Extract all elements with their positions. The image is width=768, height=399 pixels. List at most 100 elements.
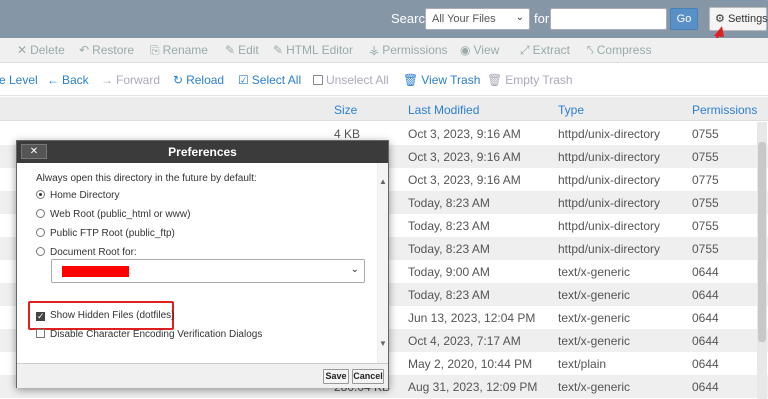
dialog-title: Preferences: [17, 141, 388, 163]
cell-type: text/x-generic: [558, 334, 631, 348]
cell-type: text/x-generic: [558, 380, 631, 394]
cell-perms: 0775: [692, 173, 719, 187]
document-root-option[interactable]: Document Root for:: [36, 247, 137, 258]
navigation-toolbar: e Level ← Back → Forward ↻ Reload ☑ Select A…: [0, 63, 768, 96]
empty-trash-button[interactable]: 🗑 Empty Trash: [487, 73, 573, 87]
checkbox-icon[interactable]: [36, 329, 45, 338]
cell-modified: Oct 3, 2023, 9:16 AM: [408, 150, 521, 164]
radio-icon[interactable]: [36, 209, 45, 218]
extract-button[interactable]: ⤢ Extract: [520, 43, 570, 58]
chevron-down-icon: ⌄: [350, 264, 359, 275]
undo-icon: ↶: [79, 43, 90, 57]
radio-selected-icon[interactable]: [36, 190, 45, 199]
eye-icon: ◉: [460, 43, 471, 57]
edit-button[interactable]: ✎ Edit: [225, 43, 259, 57]
forward-button[interactable]: → Forward: [101, 73, 160, 87]
file-table-header: Size Last Modified Type Permissions: [0, 97, 768, 121]
rename-icon: ⎘: [150, 43, 160, 57]
trash-icon: 🗑: [403, 73, 419, 87]
dialog-body: Always open this directory in the future…: [18, 163, 378, 363]
file-action-toolbar: ✕ Delete ↶ Restore ⎘ Rename ✎ Edit ✎ HTML Edi…: [0, 38, 768, 63]
cell-perms: 0755: [692, 150, 719, 164]
radio-icon[interactable]: [36, 247, 45, 256]
public-ftp-root-option[interactable]: Public FTP Root (public_ftp): [36, 228, 175, 239]
reload-button[interactable]: ↻ Reload: [173, 73, 224, 87]
cell-modified: May 2, 2020, 10:44 PM: [408, 357, 533, 371]
reload-icon: ↻: [173, 73, 184, 87]
permissions-button[interactable]: ⚶ Permissions: [369, 43, 448, 57]
cell-modified: Today, 8:23 AM: [408, 242, 490, 256]
cell-perms: 0644: [692, 288, 719, 302]
cell-perms: 0644: [692, 380, 719, 394]
checked-box-icon: ☑: [238, 73, 249, 87]
type-column-header[interactable]: Type: [558, 103, 584, 117]
disable-encoding-option[interactable]: Disable Character Encoding Verification …: [36, 329, 262, 340]
cell-type: httpd/unix-directory: [558, 196, 661, 210]
cell-modified: Oct 3, 2023, 9:16 AM: [408, 127, 521, 141]
html-editor-button[interactable]: ✎ HTML Editor: [273, 43, 353, 57]
cancel-button[interactable]: Cancel: [352, 369, 384, 384]
checkbox-icon: [313, 75, 323, 85]
cell-type: text/plain: [558, 357, 607, 371]
redacted-domain: [62, 266, 129, 277]
cell-perms: 0644: [692, 265, 719, 279]
scroll-down-icon[interactable]: ▼: [379, 339, 387, 348]
compress-icon: ⤣: [587, 43, 594, 57]
cell-perms: 0644: [692, 334, 719, 348]
cell-modified: Today, 8:23 AM: [408, 288, 490, 302]
cell-modified: Oct 3, 2023, 9:16 AM: [408, 173, 521, 187]
cell-modified: Oct 4, 2023, 7:17 AM: [408, 334, 521, 348]
save-button[interactable]: Save: [323, 369, 349, 384]
scroll-thumb[interactable]: [758, 142, 766, 342]
close-icon: ✕: [17, 43, 28, 57]
web-root-option[interactable]: Web Root (public_html or www): [36, 209, 190, 220]
last-modified-column-header[interactable]: Last Modified: [408, 103, 479, 117]
size-column-header[interactable]: Size: [334, 103, 357, 117]
permissions-column-header[interactable]: Permissions: [692, 103, 757, 117]
arrow-left-icon: ←: [47, 73, 59, 87]
rename-button[interactable]: ⎘ Rename: [150, 43, 208, 58]
cell-size: 4 KB: [334, 127, 361, 141]
view-button[interactable]: ◉ View: [460, 43, 499, 57]
cell-type: httpd/unix-directory: [558, 173, 661, 187]
cell-modified: Today, 8:23 AM: [408, 219, 490, 233]
cell-type: httpd/unix-directory: [558, 150, 661, 164]
key-icon: ⚶: [369, 43, 380, 57]
cell-perms: 0755: [692, 127, 719, 141]
cell-modified: Aug 31, 2023, 12:09 PM: [408, 380, 538, 394]
compress-button[interactable]: ⤣ Compress: [587, 43, 651, 58]
cell-perms: 0644: [692, 357, 719, 371]
dialog-scrollbar[interactable]: ▲ ▼: [377, 163, 388, 363]
extract-icon: ⤢: [520, 43, 530, 57]
back-button[interactable]: ← Back: [47, 73, 89, 87]
cell-type: text/x-generic: [558, 311, 631, 325]
unselect-all-button[interactable]: Unselect All: [313, 73, 389, 87]
cell-modified: Today, 8:23 AM: [408, 196, 490, 210]
cell-perms: 0755: [692, 219, 719, 233]
cell-perms: 0755: [692, 242, 719, 256]
dialog-footer: Save Cancel: [17, 363, 388, 388]
file-list-scrollbar[interactable]: [757, 122, 767, 399]
restore-button[interactable]: ↶ Restore: [79, 43, 134, 57]
scroll-up-icon[interactable]: ▲: [379, 177, 387, 186]
dialog-close-button[interactable]: ✕: [21, 144, 47, 159]
radio-icon[interactable]: [36, 228, 45, 237]
cell-perms: 0644: [692, 311, 719, 325]
arrow-right-icon: →: [101, 73, 113, 87]
preferences-dialog: Preferences ✕ Always open this directory…: [16, 140, 389, 388]
up-level-button[interactable]: e Level: [0, 73, 38, 87]
cell-type: httpd/unix-directory: [558, 242, 661, 256]
document-root-select[interactable]: ⌄: [51, 259, 365, 283]
cell-perms: 0755: [692, 196, 719, 210]
delete-button[interactable]: ✕ Delete: [17, 43, 65, 57]
view-trash-button[interactable]: 🗑 View Trash: [403, 73, 480, 87]
cell-type: text/x-generic: [558, 265, 631, 279]
show-hidden-files-option[interactable]: ✓ Show Hidden Files (dotfiles): [36, 310, 175, 321]
checkbox-checked-icon[interactable]: ✓: [36, 312, 45, 321]
cell-modified: Jun 13, 2023, 12:04 PM: [408, 311, 536, 325]
default-directory-intro: Always open this directory in the future…: [36, 173, 257, 184]
cell-type: text/x-generic: [558, 288, 631, 302]
select-all-button[interactable]: ☑ Select All: [238, 73, 301, 87]
cell-type: httpd/unix-directory: [558, 219, 661, 233]
home-directory-option[interactable]: Home Directory: [36, 190, 119, 201]
